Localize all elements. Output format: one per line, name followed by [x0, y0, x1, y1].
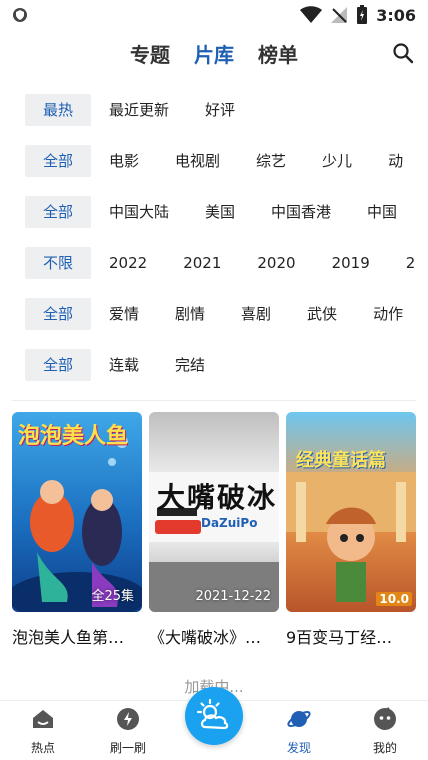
poster-art-text: 泡泡美人鱼 [18, 424, 129, 449]
rating-badge: 10.0 [376, 592, 412, 606]
filter-option[interactable]: 综艺 [256, 150, 286, 171]
filter-option[interactable]: 2 [406, 254, 416, 272]
no-signal-icon [331, 7, 348, 23]
filter-option[interactable]: 爱情 [109, 303, 139, 324]
nav-label: 我的 [372, 741, 397, 755]
poster-art-text: 大嘴破冰 [157, 481, 278, 514]
filter-chip-selected[interactable]: 全部 [25, 144, 91, 177]
poster-art-subtext: DaZuiPo [201, 516, 258, 530]
filter-option[interactable]: 剧情 [175, 303, 205, 324]
battery-icon [357, 5, 368, 24]
filter-chip-selected[interactable]: 全部 [25, 297, 91, 330]
center-weather-button[interactable] [185, 687, 243, 745]
refresh-icon [117, 708, 139, 730]
tab-topics[interactable]: 专题 [130, 39, 170, 68]
filter-row-sort: 最热 最近更新 好评 [0, 84, 428, 135]
filter-option[interactable]: 好评 [205, 99, 235, 120]
status-time: 3:06 [376, 5, 416, 25]
poster-card[interactable]: 经典童话篇 10.0 [286, 412, 416, 612]
nav-item-hot[interactable]: 热点 [8, 707, 78, 756]
poster-title[interactable]: 泡泡美人鱼第… [12, 624, 144, 648]
filter-option[interactable]: 中国 [367, 201, 397, 222]
filter-panel: 最热 最近更新 好评 全部 电影 电视剧 综艺 少儿 动 全部 中国大陆 美国 … [0, 84, 428, 390]
nav-item-profile[interactable]: 我的 [350, 707, 420, 756]
nav-item-discover[interactable]: 发现 [264, 707, 334, 756]
filter-chip-selected[interactable]: 不限 [25, 246, 91, 279]
nav-label: 刷一刷 [109, 741, 146, 755]
poster-card[interactable]: 泡泡美人鱼 全25集 [12, 412, 142, 612]
filter-option[interactable]: 中国香港 [271, 201, 331, 222]
poster-title[interactable]: 《大嘴破冰》… [149, 624, 281, 648]
nav-label: 发现 [286, 741, 311, 755]
filter-option[interactable]: 电视剧 [175, 150, 220, 171]
planet-icon [287, 711, 311, 727]
filter-option[interactable]: 2020 [257, 254, 295, 272]
profile-icon [374, 707, 396, 730]
filter-chip-selected[interactable]: 全部 [25, 195, 91, 228]
filter-row-year: 不限 2022 2021 2020 2019 2 [0, 237, 428, 288]
filter-row-region: 全部 中国大陆 美国 中国香港 中国 [0, 186, 428, 237]
filter-option[interactable]: 喜剧 [241, 303, 271, 324]
search-icon[interactable] [392, 42, 414, 64]
nav-item-refresh[interactable]: 刷一刷 [93, 707, 163, 756]
filter-option[interactable]: 2019 [332, 254, 370, 272]
filter-row-type: 全部 电影 电视剧 综艺 少儿 动 [0, 135, 428, 186]
filter-option[interactable]: 2022 [109, 254, 147, 272]
filter-option[interactable]: 完结 [175, 354, 205, 375]
divider [12, 400, 416, 401]
filter-chip-selected[interactable]: 全部 [25, 348, 91, 381]
house-icon [33, 710, 53, 728]
wifi-icon [300, 6, 323, 23]
filter-row-genre: 全部 爱情 剧情 喜剧 武侠 动作 [0, 288, 428, 339]
filter-option[interactable]: 少儿 [322, 150, 352, 171]
poster-grid: 泡泡美人鱼 全25集 泡泡美人鱼第… 大嘴破冰 DaZuiPo 2021-12-… [12, 412, 416, 652]
filter-row-status: 全部 连载 完结 [0, 339, 428, 390]
filter-option[interactable]: 最近更新 [109, 99, 169, 120]
tab-library[interactable]: 片库 [194, 39, 234, 68]
filter-option[interactable]: 动作 [373, 303, 403, 324]
filter-option[interactable]: 电影 [109, 150, 139, 171]
nav-label: 热点 [30, 741, 55, 755]
filter-option[interactable]: 美国 [205, 201, 235, 222]
filter-option[interactable]: 连载 [109, 354, 139, 375]
top-nav: 专题 片库 榜单 [0, 30, 428, 76]
status-bar: 3:06 [0, 0, 428, 30]
episode-badge: 全25集 [91, 589, 134, 604]
shield-icon [13, 8, 27, 22]
poster-art-martin [286, 472, 416, 602]
weather-icon [196, 698, 229, 730]
filter-option[interactable]: 2021 [183, 254, 221, 272]
filter-chip-selected[interactable]: 最热 [25, 93, 91, 126]
filter-option[interactable]: 中国大陆 [109, 201, 169, 222]
poster-title[interactable]: 9百变马丁经… [286, 624, 418, 648]
tab-rankings[interactable]: 榜单 [258, 39, 298, 68]
filter-option[interactable]: 动 [388, 150, 403, 171]
poster-art-text: 经典童话篇 [296, 450, 386, 471]
filter-option[interactable]: 武侠 [307, 303, 337, 324]
date-badge: 2021-12-22 [195, 589, 271, 604]
bottom-nav: 热点 刷一刷 发现 我的 [0, 687, 428, 760]
poster-card[interactable]: 大嘴破冰 DaZuiPo 2021-12-22 [149, 412, 279, 612]
